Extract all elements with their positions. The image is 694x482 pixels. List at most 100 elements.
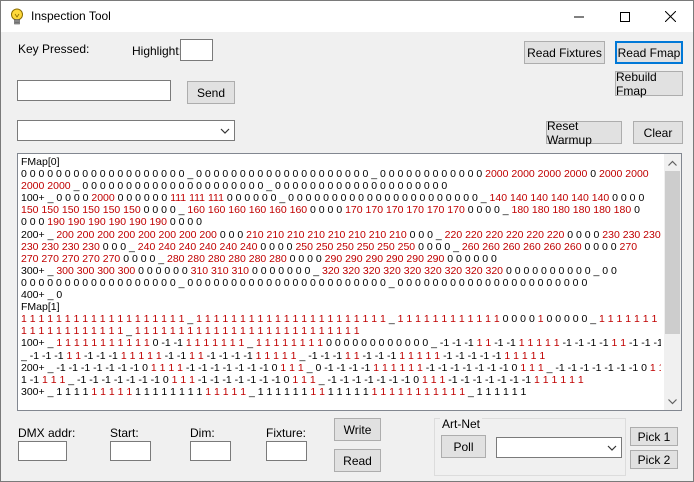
fixture-label: Fixture: xyxy=(266,426,307,440)
inspection-tool-window: Inspection Tool Key Pressed: Highlight: … xyxy=(0,0,694,482)
log-text: FMap[0] xyxy=(21,156,60,168)
log-text: -1 -1 xyxy=(494,337,519,350)
artnet-combobox[interactable] xyxy=(496,437,622,458)
highlighted-value: 1 1 1 1 1 1 1 1 1 1 1 1 xyxy=(21,325,127,338)
highlighted-value: 1 1 1 1 1 1 1 1 1 1 1 1 1 1 1 1 1 1 1 1 … xyxy=(134,325,360,338)
log-text: 0 0 0 _ xyxy=(409,228,445,241)
log-text: 0 0 0 0 _ xyxy=(123,252,167,265)
fixture-input[interactable] xyxy=(266,441,307,461)
log-line: FMap[0] xyxy=(21,156,661,168)
highlighted-value: 1 1 xyxy=(476,337,495,350)
highlighted-value: 1 1 1 xyxy=(42,373,69,386)
log-line: 1 1 1 1 1 1 1 1 1 1 1 1 _ 1 1 1 1 1 1 1 … xyxy=(21,325,661,337)
highlighted-value: 270 270 270 270 270 xyxy=(21,252,124,265)
log-line: 100+ _ 1 1 1 1 1 1 1 1 1 1 1 0 -1 -1 1 1… xyxy=(21,337,661,349)
log-line: 230 230 230 230 0 0 0 _ 240 240 240 240 … xyxy=(21,241,661,253)
vertical-scrollbar[interactable] xyxy=(664,154,681,410)
highlighted-value: 111 111 111 xyxy=(170,192,227,205)
log-text: -1 -1 -1 xyxy=(629,337,661,350)
title-bar: Inspection Tool xyxy=(1,1,693,32)
reset-warmup-button[interactable]: Reset Warmup xyxy=(546,119,622,147)
highlight-input[interactable] xyxy=(180,39,213,61)
log-text: 0 xyxy=(634,204,640,217)
minimize-button[interactable] xyxy=(556,1,602,32)
fmap-log-textbox[interactable]: FMap[0] 0 0 0 0 0 0 0 0 0 0 0 0 0 0 0 0 0… xyxy=(17,153,682,411)
artnet-group-title: Art-Net xyxy=(440,417,483,431)
log-text: _ xyxy=(247,337,256,350)
log-line: 0 0 0 0 0 0 0 0 0 0 0 0 0 0 0 0 0 0 _ 0 … xyxy=(21,277,661,289)
chevron-down-icon xyxy=(220,128,230,134)
log-line: 200+ _ -1 -1 -1 -1 -1 -1 -1 0 1 1 1 1 -1… xyxy=(21,362,661,374)
log-text: -1 -1 -1 -1 -1 -1 -1 0 xyxy=(185,361,281,374)
chevron-up-icon xyxy=(668,160,677,166)
log-text: 0 0 0 0 xyxy=(502,313,538,326)
log-line: 0 0 0 0 0 0 0 0 0 0 0 0 0 0 0 0 0 0 0 _ … xyxy=(21,168,661,180)
log-text: -1 -1 -1 -1 xyxy=(562,337,612,350)
highlighted-value: 1 1 1 1 1 1 1 1 1 1 1 xyxy=(371,385,468,398)
log-line: 0 0 0 190 190 190 190 190 190 0 0 0 0 xyxy=(21,216,661,228)
log-line: 200+ _ 200 200 200 200 200 200 200 200 0… xyxy=(21,229,661,241)
highlighted-value: 2000 2000 2000 2000 xyxy=(485,168,591,181)
read-fixtures-button[interactable]: Read Fixtures xyxy=(524,41,605,64)
highlighted-value: 1 1 1 1 1 xyxy=(120,349,165,362)
log-text: 100+ _ xyxy=(21,337,57,350)
highlighted-value: 1 1 1 1 1 xyxy=(504,349,546,362)
log-text: 0 0 0 0 0 0 0 _ xyxy=(251,264,322,277)
highlighted-value: 1 1 1 1 1 1 xyxy=(373,361,426,374)
pick1-button[interactable]: Pick 1 xyxy=(630,427,678,446)
highlighted-value: 1 1 1 xyxy=(171,373,198,386)
maximize-button[interactable] xyxy=(602,1,648,32)
scroll-down-arrow[interactable] xyxy=(664,393,681,410)
close-button[interactable] xyxy=(647,1,693,32)
highlighted-value: 1 1 1 1 1 1 1 1 1 1 1 1 1 1 1 1 1 1 1 xyxy=(21,313,188,326)
log-line: 1 1 1 1 1 1 1 1 1 1 1 1 1 1 1 1 1 1 1 _ … xyxy=(21,313,661,325)
highlighted-value: 1 1 xyxy=(344,349,363,362)
highlighted-value: 1 1 xyxy=(611,337,630,350)
highlighted-value: 310 310 310 xyxy=(190,264,252,277)
pick2-button[interactable]: Pick 2 xyxy=(630,450,678,469)
fmap-log-content: FMap[0] 0 0 0 0 0 0 0 0 0 0 0 0 0 0 0 0 0… xyxy=(21,156,661,398)
log-text: 0 0 0 0 xyxy=(612,192,645,205)
scroll-up-arrow[interactable] xyxy=(664,154,681,171)
start-input[interactable] xyxy=(110,441,151,461)
log-text: 0 0 0 0 xyxy=(584,240,620,253)
highlighted-value: 1 1 1 xyxy=(421,373,449,386)
main-combobox[interactable] xyxy=(17,120,235,141)
log-line: 100+ _ 0 0 0 0 2000 0 0 0 0 0 0 111 111 … xyxy=(21,192,661,204)
dim-input[interactable] xyxy=(190,441,231,461)
log-text: 1 -1 xyxy=(21,373,43,386)
log-text: 0 0 0 0 0 0 0 0 0 0 0 0 0 0 0 0 0 0 _ 0 … xyxy=(21,276,588,289)
log-text: 0 0 0 0 0 0 0 0 0 0 0 0 0 0 0 0 0 0 0 _ … xyxy=(21,168,486,181)
write-button[interactable]: Write xyxy=(334,418,381,441)
highlighted-value: 1 1 1 xyxy=(280,361,307,374)
highlighted-value: 1 1 1 1 xyxy=(150,361,186,374)
log-text: FMap[1] xyxy=(21,301,60,314)
log-text: 0 0 0 0 _ xyxy=(418,240,462,253)
log-text: 0 0 0 _ xyxy=(102,240,138,253)
dmx-addr-input[interactable] xyxy=(18,441,67,461)
read-fmap-button[interactable]: Read Fmap xyxy=(615,41,683,64)
rebuild-fmap-button[interactable]: Rebuild Fmap xyxy=(615,70,683,98)
log-text: 0 0 0 0 xyxy=(169,216,203,229)
log-text: -1 -1 -1 xyxy=(84,349,121,362)
log-text: 0 0 0 0 0 0 xyxy=(138,264,191,277)
log-text: 0 0 0 0 0 0 _ 0 0 0 0 0 0 0 0 0 0 0 0 0 … xyxy=(226,192,490,205)
log-text: _ 1 1 1 1 1 1 xyxy=(467,385,527,398)
highlighted-value: 250 250 250 250 250 250 xyxy=(295,240,419,253)
clear-button[interactable]: Clear xyxy=(633,121,683,144)
send-button[interactable]: Send xyxy=(187,81,235,104)
log-text: 0 0 0 0 0 0 xyxy=(117,192,171,205)
log-text: 300+ _ xyxy=(21,264,57,277)
log-text: -1 -1 -1 -1 -1 -1 -1 0 xyxy=(425,361,521,374)
highlighted-value: 1 1 xyxy=(66,349,85,362)
poll-button[interactable]: Poll xyxy=(441,435,486,458)
scrollbar-thumb[interactable] xyxy=(665,171,680,334)
log-text: 0 0 0 xyxy=(21,216,48,229)
send-input[interactable] xyxy=(17,80,171,101)
highlighted-value: 1 1 xyxy=(189,349,207,362)
highlighted-value: 1 1 1 1 1 1 xyxy=(534,373,584,386)
log-text: -1 -1 -1 xyxy=(362,349,400,362)
log-text: 0 0 0 0 xyxy=(289,252,325,265)
highlighted-value: 160 160 160 160 160 160 xyxy=(187,204,311,217)
read-button[interactable]: Read xyxy=(334,449,381,472)
